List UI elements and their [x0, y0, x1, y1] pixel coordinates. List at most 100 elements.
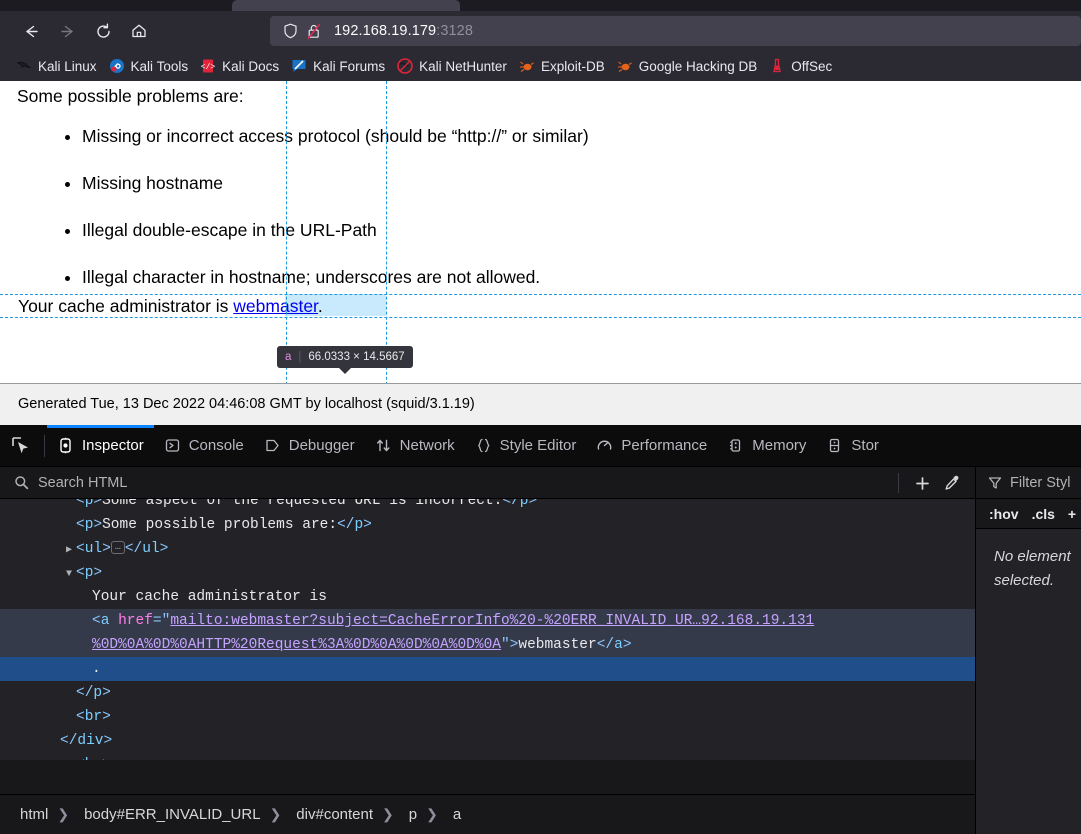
bookmark-label: Google Hacking DB — [638, 58, 758, 74]
bookmark-exploit-db[interactable]: Exploit-DB — [513, 54, 611, 78]
markup-token: > — [102, 685, 111, 701]
list-item: Missing hostname — [82, 173, 589, 194]
breadcrumb-item[interactable]: a — [451, 806, 463, 823]
bookmark-kali-docs[interactable]: </> Kali Docs — [194, 54, 285, 78]
cache-administrator-paragraph: Your cache administrator is webmaster. — [18, 296, 323, 317]
add-node-icon[interactable] — [907, 468, 937, 498]
tooltip-separator: | — [298, 351, 302, 363]
markup-token: < — [76, 541, 85, 557]
tab-style-editor[interactable]: Style Editor — [465, 425, 587, 467]
markup-token — [109, 613, 118, 629]
back-icon[interactable] — [16, 16, 46, 46]
breadcrumb-item[interactable]: html — [18, 806, 50, 823]
tab-performance[interactable]: Performance — [586, 425, 717, 467]
offsec-icon — [769, 58, 785, 74]
generated-text: Generated Tue, 13 Dec 2022 04:46:08 GMT … — [18, 396, 475, 412]
markup-row[interactable]: <p>Some aspect of the requested URL is i… — [0, 499, 975, 513]
markup-token: > — [102, 709, 111, 725]
list-item: Illegal character in hostname; underscor… — [82, 267, 589, 288]
markup-token: > — [93, 565, 103, 581]
toolbar-divider — [44, 434, 45, 457]
markup-token: > — [159, 541, 169, 557]
url-host: 192.168.19.179 — [334, 23, 437, 39]
tab-label: Stor — [851, 437, 879, 454]
tooltip-dimensions: 66.0333 × 14.5667 — [308, 351, 405, 363]
hov-toggle[interactable]: :hov — [989, 506, 1019, 522]
markup-token: =" — [152, 613, 171, 629]
bookmark-label: Kali Tools — [130, 58, 189, 74]
inspector-icon — [57, 437, 74, 454]
collapse-triangle-icon[interactable]: ▼ — [62, 563, 76, 587]
markup-token: > — [363, 517, 372, 533]
kali-dragon-icon — [16, 58, 32, 74]
markup-row[interactable]: <p>Some possible problems are:</p> — [0, 513, 975, 537]
bookmark-kali-forums[interactable]: Kali Forums — [285, 54, 391, 78]
bookmark-kali-linux[interactable]: Kali Linux — [10, 54, 103, 78]
tab-network[interactable]: Network — [365, 425, 465, 467]
bookmark-offsec[interactable]: OffSec — [763, 54, 838, 78]
breadcrumb-item[interactable]: body#ERR_INVALID_URL — [82, 806, 262, 823]
lock-crossed-icon[interactable] — [304, 21, 324, 41]
tab-memory[interactable]: Memory — [717, 425, 816, 467]
markup-row[interactable]: <br> — [0, 705, 975, 729]
element-picker-icon[interactable] — [0, 425, 42, 467]
markup-tree[interactable]: <p>Some aspect of the requested URL is i… — [0, 499, 975, 760]
inspector-guide-top — [0, 294, 1081, 295]
markup-row[interactable]: %0D%0A%0D%0AHTTP%20Request%3A%0D%0A%0D%0… — [0, 633, 975, 657]
markup-row[interactable]: </div> — [0, 729, 975, 753]
filter-styles-bar: Filter Styl — [976, 467, 1081, 499]
markup-row[interactable]: ▼ <p> — [0, 561, 975, 585]
actions-divider — [898, 473, 899, 493]
tab-storage[interactable]: Stor — [816, 425, 889, 467]
markup-row[interactable]: ▶ <ul>… </ul> — [0, 537, 975, 561]
breadcrumb-item[interactable]: p — [407, 806, 419, 823]
cls-toggle[interactable]: .cls — [1032, 506, 1055, 522]
list-item: Illegal double-escape in the URL-Path — [82, 220, 589, 241]
markup-token: br — [84, 709, 103, 725]
tab-console[interactable]: Console — [154, 425, 254, 467]
breadcrumb-item[interactable]: div#content — [294, 806, 375, 823]
markup-token: webmaster — [518, 637, 597, 653]
markup-token: </ — [124, 541, 143, 557]
markup-token: p — [354, 517, 364, 533]
markup-token: </ — [337, 517, 355, 533]
webmaster-link[interactable]: webmaster — [233, 296, 318, 316]
markup-row[interactable]: <hr> — [0, 753, 975, 760]
tab-debugger[interactable]: Debugger — [254, 425, 365, 467]
search-input[interactable]: Search HTML — [38, 475, 127, 491]
markup-token: Some possible problems are: — [102, 517, 338, 533]
url-text[interactable]: 192.168.19.179:3128 — [334, 23, 473, 39]
kali-docs-icon: </> — [200, 58, 216, 74]
tab-inspector[interactable]: Inspector — [47, 424, 154, 467]
markup-token: a — [614, 637, 623, 653]
browser-tab[interactable] — [232, 0, 460, 11]
bookmark-label: Kali Linux — [38, 58, 97, 74]
performance-icon — [596, 437, 613, 454]
tab-strip — [0, 0, 1081, 11]
expand-triangle-icon[interactable]: ▶ — [62, 539, 76, 563]
markup-row[interactable]: </p> — [0, 681, 975, 705]
markup-row[interactable]: . — [0, 657, 975, 681]
markup-row[interactable]: Your cache administrator is — [0, 585, 975, 609]
filter-styles-input[interactable]: Filter Styl — [1010, 475, 1070, 491]
forward-icon[interactable] — [52, 16, 82, 46]
markup-token: < — [92, 613, 101, 629]
markup-token: Your cache administrator is — [92, 589, 327, 605]
shield-icon[interactable] — [280, 21, 300, 41]
breadcrumb-separator: ❯ — [426, 806, 438, 822]
page-footer: Generated Tue, 13 Dec 2022 04:46:08 GMT … — [0, 384, 1081, 425]
reload-icon[interactable] — [88, 16, 118, 46]
exploit-db-icon — [519, 58, 535, 74]
bookmark-kali-tools[interactable]: Kali Tools — [103, 54, 195, 78]
tab-label: Memory — [752, 437, 807, 454]
bookmark-google-hacking-db[interactable]: Google Hacking DB — [611, 54, 764, 78]
markup-token: ul — [142, 541, 160, 557]
add-rule-icon[interactable]: + — [1068, 506, 1076, 522]
url-bar[interactable]: 192.168.19.179:3128 — [270, 16, 1081, 46]
markup-row[interactable]: <a href="mailto:webmaster?subject=CacheE… — [0, 609, 975, 633]
tab-label: Debugger — [288, 437, 355, 454]
kali-tools-icon — [109, 58, 125, 74]
home-icon[interactable] — [124, 16, 154, 46]
eyedropper-icon[interactable] — [937, 468, 967, 498]
bookmark-kali-nethunter[interactable]: Kali NetHunter — [391, 54, 513, 78]
